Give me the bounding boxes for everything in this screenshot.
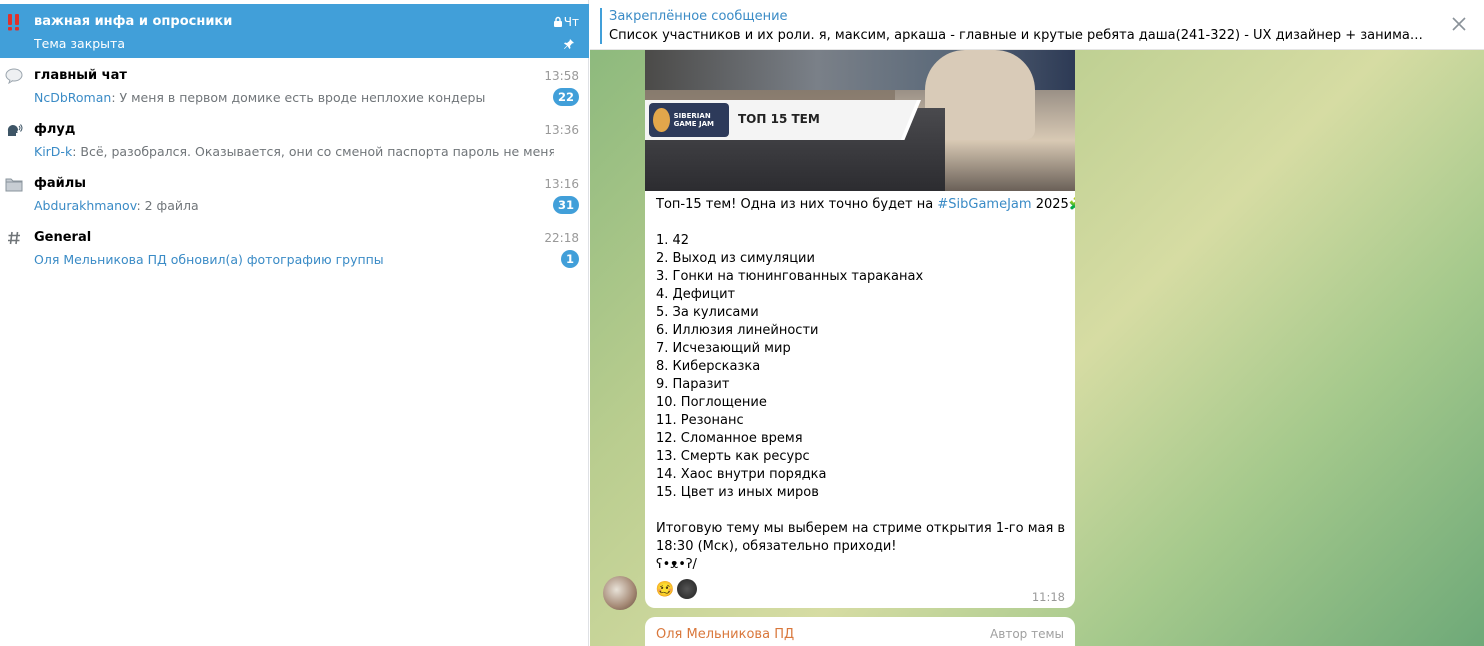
author-role: Автор темы [990,627,1064,641]
sibgamejam-logo: SIBERIAN GAME JAM [649,103,729,137]
pinned-message-bar[interactable]: Закреплённое сообщение Список участников… [590,0,1484,50]
preview-sender: Оля Мельникова ПД обновил(а) фотографию … [34,252,384,267]
message-time: 11:18 [1031,590,1065,604]
speech-bubble-icon [5,67,23,85]
pin-icon [563,38,575,54]
topic-list-item: 1. 42 [656,233,690,248]
unread-badge: 22 [552,88,579,106]
message-text: Топ-15 тем! Одна из них точно будет на #… [656,196,1075,574]
topic-preview: NcDbRoman: У меня в первом домике есть в… [34,90,554,105]
topic-name: файлы [34,176,87,191]
preview-sender: KirD-k [34,144,73,159]
topic-time: 13:36 [544,123,579,137]
double-exclamation-icon [5,13,23,31]
topic-list-item: 2. Выход из симуляции [656,251,815,266]
reaction-emoji[interactable]: 🥴 [655,579,675,599]
pinned-title: Закреплённое сообщение [609,9,788,24]
topic-general[interactable]: General 22:18 Оля Мельникова ПД обновил(… [0,220,589,274]
topic-list-item: 8. Киберсказка [656,359,761,374]
topics-list: 1. 42 2. Выход из симуляции 3. Гонки на тю… [656,232,1068,502]
sender-avatar[interactable] [603,576,637,610]
topic-list-item: 3. Гонки на тюнингованных тараканах [656,269,924,284]
topic-preview: Тема закрыта [34,36,125,51]
preview-text: : У меня в первом домике есть вроде непл… [111,90,486,105]
topic-list-item: 6. Иллюзия линейности [656,323,819,338]
topics-sidebar: важная инфа и опросники Чт Тема закрыта … [0,0,589,646]
topic-list-item: 9. Паразит [656,377,730,392]
pinned-text: Список участников и их роли. я, максим, … [609,28,1424,43]
topic-preview: Abdurakhmanov: 2 файла [34,198,554,213]
close-icon[interactable] [1452,17,1466,31]
topic-time: 22:18 [544,231,579,245]
message-bubble[interactable]: SIBERIAN GAME JAM ТОП 15 ТЕМ Топ-15 тем!… [645,30,1075,608]
pinned-stripe [600,8,602,44]
topic-preview: Оля Мельникова ПД обновил(а) фотографию … [34,252,554,267]
next-message-bubble[interactable]: Оля Мельникова ПД Автор темы [645,617,1075,646]
lock-icon [553,16,563,31]
preview-text: : Всё, разобрался. Оказывается, они со с… [72,144,554,159]
message-intro: Топ-15 тем! Одна из них точно будет на #… [656,196,1075,214]
preview-text: : 2 файла [136,198,199,213]
intro-text: Топ-15 тем! Одна из них точно будет на [656,197,938,212]
message-outro: Итоговую тему мы выберем на стриме откры… [656,521,1066,554]
topic-list-item: 10. Поглощение [656,395,767,410]
preview-sender: Abdurakhmanov [34,198,137,213]
topic-list-item: 12. Сломанное время [656,431,803,446]
topic-list-item: 11. Резонанс [656,413,744,428]
folder-icon [5,175,23,193]
topic-preview: KirD-k: Всё, разобрался. Оказывается, он… [34,144,554,159]
topic-list-item: 7. Исчезающий мир [656,341,791,356]
chat-area: Закреплённое сообщение Список участников… [590,0,1484,646]
topic-flood[interactable]: флуд 13:36 KirD-k: Всё, разобрался. Оказ… [0,112,589,166]
reactor-avatar [677,579,697,599]
banner-title: ТОП 15 ТЕМ [738,112,820,126]
topic-list-item: 5. За кулисами [656,305,759,320]
message-kaomoji: ʕ•ᴥ•ʔ/ [656,557,697,572]
unread-badge: 1 [560,250,579,268]
hash-icon [5,229,23,247]
preview-sender: NcDbRoman [34,90,112,105]
topic-name: флуд [34,122,76,137]
message-author[interactable]: Оля Мельникова ПД [656,627,794,642]
topic-time: 13:58 [544,69,579,83]
topic-name: важная инфа и опросники [34,14,233,29]
topic-name: главный чат [34,68,127,83]
speaking-head-icon [5,121,23,139]
topic-important-info[interactable]: важная инфа и опросники Чт Тема закрыта [0,4,589,58]
topic-time: Чт [563,15,579,29]
hashtag-link[interactable]: #SibGameJam [937,197,1031,212]
dog-icon [653,108,670,132]
topic-files[interactable]: файлы 13:16 Abdurakhmanov: 2 файла 31 [0,166,589,220]
intro-year: 2025🧩 [1035,197,1075,212]
topic-time: 13:16 [544,177,579,191]
topic-main-chat[interactable]: главный чат 13:58 NcDbRoman: У меня в пе… [0,58,589,112]
reactions-row[interactable]: 🥴 [655,579,697,599]
topic-list-item: 15. Цвет из иных миров [656,485,819,500]
topic-list-item: 13. Смерть как ресурс [656,449,810,464]
unread-badge: 31 [552,196,579,214]
topic-list-item: 14. Хаос внутри порядка [656,467,827,482]
topic-list-item: 4. Дефицит [656,287,736,302]
logo-text: SIBERIAN GAME JAM [673,112,714,128]
message-photo[interactable]: SIBERIAN GAME JAM ТОП 15 ТЕМ [645,30,1075,191]
topic-name: General [34,230,92,245]
